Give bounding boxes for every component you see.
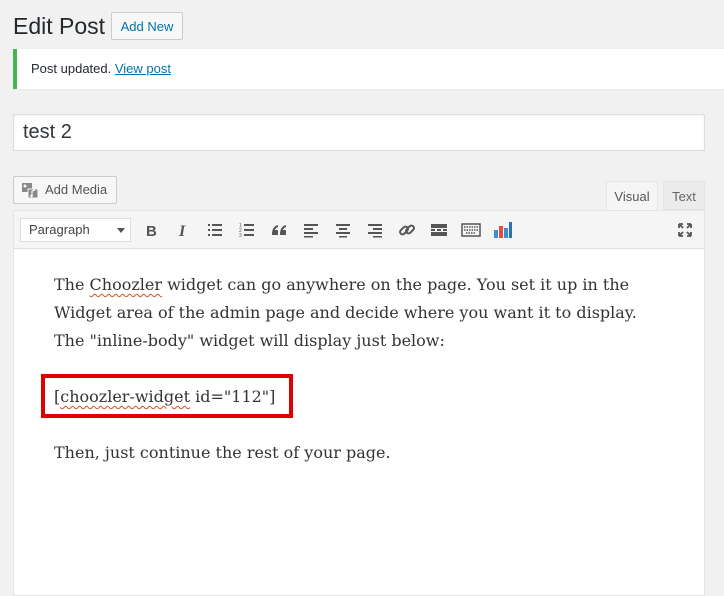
numbered-list-icon[interactable]: 1 2 3 bbox=[235, 218, 259, 242]
align-left-icon[interactable] bbox=[299, 218, 323, 242]
toolbar-toggle-icon[interactable] bbox=[459, 218, 483, 242]
chart-icon[interactable] bbox=[491, 218, 515, 242]
svg-text:I: I bbox=[178, 223, 186, 238]
highlight-annotation-box bbox=[41, 374, 293, 418]
fullscreen-icon[interactable] bbox=[673, 218, 697, 242]
italic-icon[interactable]: I bbox=[171, 218, 195, 242]
editor-content-area[interactable]: The Choozler widget can go anywhere on t… bbox=[14, 249, 704, 595]
tab-text[interactable]: Text bbox=[663, 181, 705, 210]
read-more-icon[interactable] bbox=[427, 218, 451, 242]
add-media-button[interactable]: Add Media bbox=[13, 176, 117, 204]
tab-visual[interactable]: Visual bbox=[606, 181, 658, 210]
page-title: Edit Post bbox=[13, 13, 106, 39]
editor-toolbar: Paragraph B I 1 2 3 bbox=[14, 211, 704, 249]
align-right-icon[interactable] bbox=[363, 218, 387, 242]
content-paragraph-3: Then, just continue the rest of your pag… bbox=[54, 443, 391, 462]
svg-text:3: 3 bbox=[239, 233, 242, 238]
format-select-value: Paragraph bbox=[29, 222, 90, 237]
align-center-icon[interactable] bbox=[331, 218, 355, 242]
content-editor: Paragraph B I 1 2 3 The Choozler widget … bbox=[13, 210, 705, 596]
format-select[interactable]: Paragraph bbox=[20, 218, 131, 242]
misspelled-word: Choozler bbox=[89, 275, 163, 294]
add-new-button[interactable]: Add New bbox=[111, 12, 183, 40]
link-icon[interactable] bbox=[395, 218, 419, 242]
media-icon bbox=[22, 182, 39, 199]
bold-icon[interactable]: B bbox=[139, 218, 163, 242]
view-post-link[interactable]: View post bbox=[115, 61, 171, 76]
update-notice: Post updated. View post bbox=[13, 49, 724, 89]
notice-message: Post updated. bbox=[31, 61, 112, 76]
bullet-list-icon[interactable] bbox=[203, 218, 227, 242]
content-paragraph-1: The Choozler widget can go anywhere on t… bbox=[54, 271, 664, 355]
text-run: The bbox=[54, 275, 90, 294]
chevron-down-icon bbox=[117, 228, 125, 233]
blockquote-icon[interactable] bbox=[267, 218, 291, 242]
post-title-input[interactable]: test 2 bbox=[13, 114, 705, 151]
svg-text:B: B bbox=[146, 223, 157, 238]
add-media-label: Add Media bbox=[45, 182, 108, 197]
